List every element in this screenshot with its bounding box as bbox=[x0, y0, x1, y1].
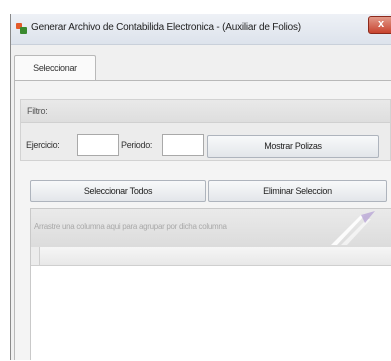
title-bar: Generar Archivo de Contabilida Electroni… bbox=[11, 14, 391, 45]
periodo-input[interactable] bbox=[162, 134, 204, 156]
tab-seleccionar-elementos[interactable]: Seleccionar Elementos bbox=[14, 55, 96, 97]
window-title: Generar Archivo de Contabilida Electroni… bbox=[31, 22, 301, 33]
column-header bbox=[31, 247, 391, 266]
ejercicio-input[interactable] bbox=[77, 134, 119, 156]
mostrar-polizas-button[interactable]: Mostrar Polizas bbox=[207, 135, 379, 158]
data-grid[interactable]: Arrastre una columna aqui para agrupar p… bbox=[30, 208, 391, 361]
filter-title: Filtro: bbox=[27, 106, 48, 116]
app-icon bbox=[16, 23, 27, 34]
close-button[interactable]: x bbox=[368, 16, 391, 34]
grid-body[interactable] bbox=[31, 266, 391, 361]
periodo-label: Periodo: bbox=[121, 140, 153, 150]
filter-header: Filtro: bbox=[21, 100, 390, 123]
ejercicio-label: Ejercicio: bbox=[26, 140, 60, 150]
group-hint: Arrastre una columna aqui para agrupar p… bbox=[34, 222, 227, 231]
remove-selection-button[interactable]: Eliminar Seleccion bbox=[208, 180, 387, 202]
pen-icon bbox=[331, 211, 375, 245]
row-indicator bbox=[31, 247, 40, 265]
select-all-button[interactable]: Seleccionar Todos bbox=[30, 180, 206, 202]
group-panel[interactable]: Arrastre una columna aqui para agrupar p… bbox=[31, 209, 391, 248]
